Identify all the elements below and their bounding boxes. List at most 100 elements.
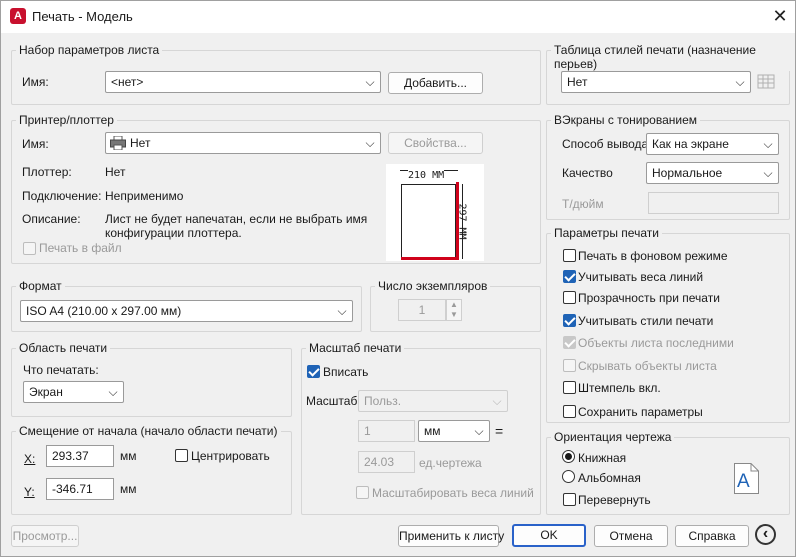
- autocad-logo-icon: A: [10, 8, 26, 24]
- page-setup-name-value: <нет>: [111, 75, 144, 89]
- collapse-options-icon[interactable]: ‹: [755, 524, 776, 545]
- plot-option-label: Объекты листа последними: [578, 336, 734, 350]
- shade-plot-combo[interactable]: Как на экране ⌵: [646, 133, 779, 155]
- chevron-down-icon: ⌵: [337, 304, 347, 318]
- printer-properties-button[interactable]: Свойства...: [388, 132, 483, 154]
- printer-name-label: Имя:: [22, 137, 49, 151]
- plot-style-table-combo[interactable]: Нет ⌵: [561, 71, 751, 93]
- plot-scale-legend: Масштаб печати: [306, 341, 405, 355]
- scale-drawing-units-input[interactable]: 24.03: [358, 451, 415, 473]
- edit-plot-style-icon[interactable]: [757, 73, 775, 91]
- portrait-label: Книжная: [578, 451, 627, 465]
- landscape-label: Альбомная: [578, 471, 641, 485]
- scale-paper-units-input[interactable]: 1: [358, 420, 415, 442]
- what-to-plot-label: Что печатать:: [23, 363, 99, 377]
- plot-area-legend: Область печати: [16, 341, 111, 355]
- quality-value: Нормальное: [652, 166, 723, 180]
- quality-label: Качество: [562, 166, 613, 180]
- plot-option-checkbox[interactable]: [563, 336, 576, 349]
- portrait-radio[interactable]: [562, 450, 575, 463]
- print-to-file-label: Печать в файл: [39, 241, 122, 255]
- plot-option-checkbox[interactable]: [563, 291, 576, 304]
- spin-down-icon[interactable]: ▼: [450, 310, 458, 319]
- printer-icon: [110, 135, 126, 153]
- upside-down-checkbox[interactable]: [563, 493, 576, 506]
- fit-to-paper-checkbox[interactable]: [307, 365, 320, 378]
- quality-combo[interactable]: Нормальное ⌵: [646, 162, 779, 184]
- description-label: Описание:: [22, 212, 81, 226]
- offset-y-label: Y:: [24, 485, 35, 499]
- scale-drawing-units-label: ед.чертежа: [419, 456, 482, 470]
- offset-y-input[interactable]: -346.71: [46, 478, 114, 500]
- plot-option-checkbox[interactable]: [563, 359, 576, 372]
- ok-button[interactable]: OK: [512, 524, 586, 547]
- plot-option-label: Печать в фоновом режиме: [578, 249, 728, 263]
- plot-options-legend: Параметры печати: [551, 226, 662, 240]
- apply-to-layout-button[interactable]: Применить к листу: [398, 525, 504, 547]
- what-to-plot-combo[interactable]: Экран ⌵: [23, 381, 124, 403]
- paper-preview: 210 ММ 297 ММ: [386, 164, 484, 261]
- paper-sheet: [401, 184, 456, 259]
- printer-name-value: Нет: [130, 136, 151, 150]
- plot-option-label: Учитывать стили печати: [578, 314, 714, 328]
- connection-value: Неприменимо: [105, 189, 184, 203]
- paper-size-legend: Формат: [16, 279, 65, 293]
- window-title: Печать - Модель: [32, 9, 133, 24]
- chevron-down-icon: ⌵: [763, 137, 773, 151]
- add-page-setup-button[interactable]: Добавить...: [388, 72, 483, 94]
- scale-lineweights-label: Масштабировать веса линий: [372, 486, 534, 500]
- upside-down-label: Перевернуть: [578, 493, 651, 507]
- printer-legend: Принтер/плоттер: [16, 113, 117, 127]
- chevron-down-icon: ⌵: [763, 166, 773, 180]
- close-icon[interactable]: ✕: [769, 5, 791, 27]
- center-plot-checkbox[interactable]: [175, 449, 188, 462]
- plot-option-label: Прозрачность при печати: [578, 291, 720, 305]
- scale-value: Польз.: [364, 394, 402, 408]
- scale-combo[interactable]: Польз. ⌵: [358, 390, 508, 412]
- landscape-radio[interactable]: [562, 470, 575, 483]
- scale-units-combo[interactable]: мм ⌵: [418, 420, 490, 442]
- chevron-down-icon: ⌵: [492, 394, 502, 408]
- paper-size-combo[interactable]: ISO A4 (210.00 x 297.00 мм) ⌵: [20, 300, 353, 322]
- description-line2: конфигурации плоттера.: [105, 226, 242, 240]
- scale-units-value: мм: [424, 424, 441, 438]
- chevron-down-icon: ⌵: [365, 136, 375, 150]
- plot-option-checkbox[interactable]: [563, 381, 576, 394]
- help-button[interactable]: Справка: [675, 525, 749, 547]
- page-setup-legend: Набор параметров листа: [16, 43, 163, 57]
- offset-x-unit: мм: [120, 449, 137, 463]
- offset-x-input[interactable]: 293.37: [46, 445, 114, 467]
- offset-x-label: X:: [24, 452, 36, 466]
- plot-option-checkbox[interactable]: [563, 249, 576, 262]
- description-line1: Лист не будет напечатан, если не выбрать…: [105, 212, 368, 226]
- chevron-down-icon: ⌵: [735, 75, 745, 89]
- plot-option-label: Штемпель вкл.: [578, 381, 661, 395]
- scale-lineweights-checkbox[interactable]: [356, 486, 369, 499]
- orientation-page-icon: A: [734, 463, 759, 494]
- page-setup-name-combo[interactable]: <нет> ⌵: [105, 71, 381, 93]
- plot-option-checkbox[interactable]: [563, 270, 576, 283]
- dpi-input[interactable]: [648, 192, 779, 214]
- copies-input[interactable]: 1: [398, 299, 446, 321]
- scale-equals-sign: =: [495, 423, 504, 439]
- chevron-down-icon: ⌵: [108, 385, 118, 399]
- copies-spinner[interactable]: ▲ ▼: [446, 299, 462, 321]
- print-dialog: A Печать - Модель ✕ Набор параметров лис…: [0, 0, 796, 557]
- orientation-letter: A: [737, 471, 750, 492]
- cancel-button[interactable]: Отмена: [594, 525, 668, 547]
- printer-name-combo[interactable]: Нет ⌵: [105, 132, 381, 154]
- plot-style-table-legend: Таблица стилей печати (назначение перьев…: [551, 43, 795, 71]
- plot-style-table-value: Нет: [567, 75, 588, 89]
- scale-label: Масштаб:: [306, 394, 361, 408]
- plot-option-checkbox[interactable]: [563, 314, 576, 327]
- paper-size-value: ISO A4 (210.00 x 297.00 мм): [26, 304, 182, 318]
- dpi-label: Т/дюйм: [562, 197, 604, 211]
- print-to-file-checkbox[interactable]: [23, 242, 36, 255]
- spin-up-icon[interactable]: ▲: [450, 300, 458, 309]
- orientation-legend: Ориентация чертежа: [551, 430, 675, 444]
- offset-y-unit: мм: [120, 482, 137, 496]
- plot-option-checkbox[interactable]: [563, 405, 576, 418]
- plot-offset-legend: Смещение от начала (начало области печат…: [16, 424, 281, 438]
- preview-button[interactable]: Просмотр...: [11, 525, 79, 547]
- center-plot-label: Центрировать: [191, 449, 270, 463]
